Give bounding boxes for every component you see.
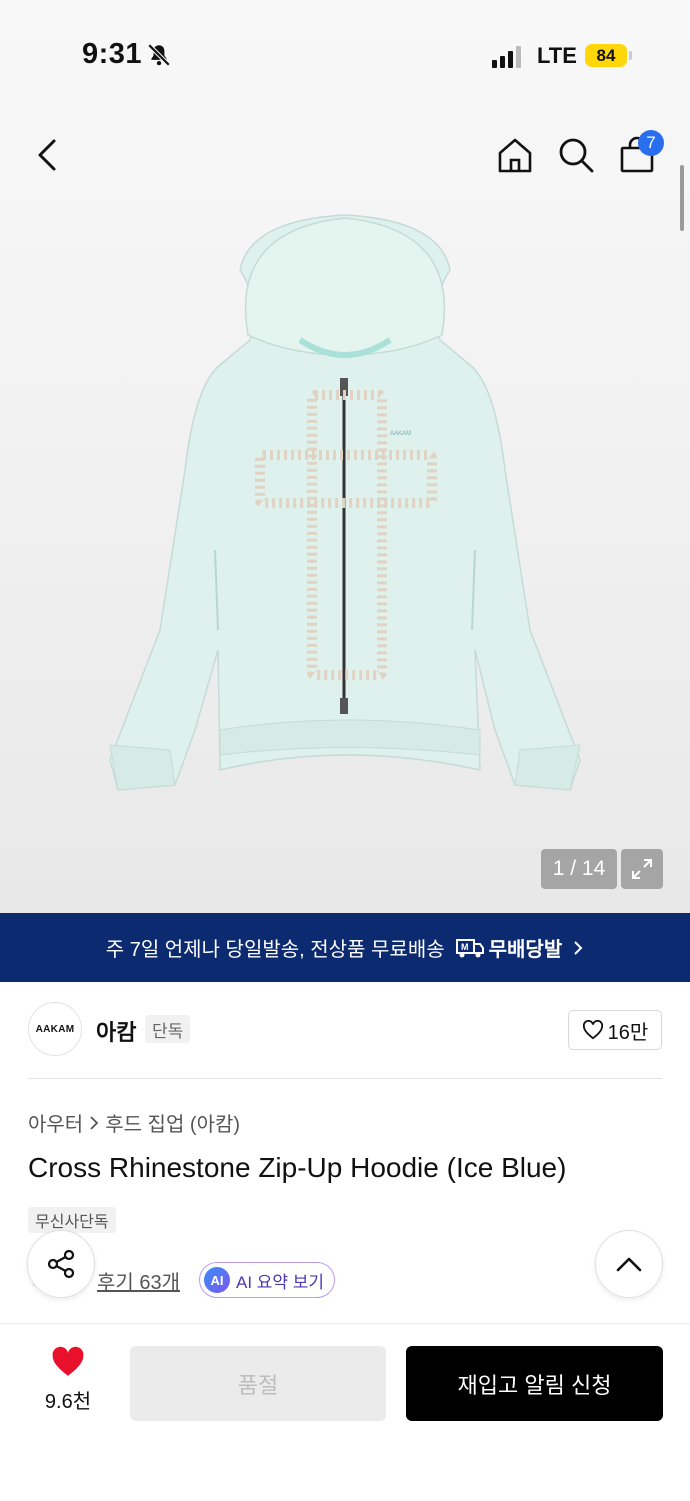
review-link[interactable]: 후기 63개 xyxy=(97,1266,180,1295)
scroll-indicator xyxy=(680,165,684,231)
breadcrumb-subcategory[interactable]: 후드 집업 (아캄) xyxy=(105,1108,240,1137)
svg-text:M: M xyxy=(461,942,469,952)
bell-muted-icon xyxy=(146,42,172,73)
banner-text: 주 7일 언제나 당일발송, 전상품 무료배송 xyxy=(105,939,445,961)
heart-outline-icon xyxy=(582,1020,603,1040)
cart-button[interactable]: 7 xyxy=(612,130,664,180)
network-label: LTE xyxy=(537,43,577,68)
ai-icon: AI xyxy=(204,1267,230,1293)
svg-text:AAKAM: AAKAM xyxy=(390,431,411,437)
brand-name[interactable]: 아캄 xyxy=(96,1015,136,1047)
breadcrumb: 아우터 후드 집업 (아캄) xyxy=(28,1108,240,1137)
home-button[interactable] xyxy=(490,130,540,180)
expand-image-button[interactable] xyxy=(621,849,663,889)
restock-alert-button[interactable]: 재입고 알림 신청 xyxy=(406,1346,663,1421)
exclusive-badge: 무신사단독 xyxy=(28,1207,116,1233)
home-icon xyxy=(498,138,532,173)
battery-icon: 84 xyxy=(585,44,627,67)
bottom-action-bar: 9.6천 품절 재입고 알림 신청 xyxy=(0,1323,690,1501)
search-icon xyxy=(559,138,594,173)
heart-filled-icon xyxy=(52,1346,84,1376)
status-time: 9:31 xyxy=(82,38,143,70)
chevron-up-icon xyxy=(616,1257,642,1272)
brand-logo-text: AAKAM xyxy=(35,1023,75,1035)
cart-count-badge: 7 xyxy=(638,130,664,156)
shipping-banner[interactable]: 주 7일 언제나 당일발송, 전상품 무료배송 M 무배당발 xyxy=(0,913,690,982)
signal-icon xyxy=(492,46,521,68)
status-bar: 9:31 LTE 84 xyxy=(0,0,690,110)
image-counter: 1 / 14 xyxy=(541,849,617,889)
chevron-right-icon xyxy=(574,940,583,955)
banner-brand-label: 무배당발 xyxy=(488,939,563,961)
scroll-to-top-button[interactable] xyxy=(595,1230,663,1298)
wishlist-count: 9.6천 xyxy=(44,1391,92,1413)
breadcrumb-category[interactable]: 아우터 xyxy=(28,1108,83,1137)
battery-nub xyxy=(629,51,632,60)
share-icon xyxy=(47,1249,75,1279)
brand-exclusive-tag: 단독 xyxy=(145,1015,191,1043)
product-title: Cross Rhinestone Zip-Up Hoodie (Ice Blue… xyxy=(28,1152,567,1183)
ai-summary-label: AI 요약 보기 xyxy=(236,1272,325,1292)
chevron-right-icon xyxy=(90,1115,99,1130)
wishlist-button[interactable]: 9.6천 xyxy=(30,1346,106,1414)
brand-row: AAKAM 아캄 단독 16만 xyxy=(28,1000,662,1060)
expand-icon xyxy=(632,859,652,879)
brand-logo[interactable]: AAKAM xyxy=(28,1002,82,1056)
back-button[interactable] xyxy=(22,130,72,180)
product-image: AAKAM xyxy=(109,214,581,791)
brand-like-count: 16만 xyxy=(607,1021,649,1044)
share-button[interactable] xyxy=(27,1230,95,1298)
ai-summary-button[interactable]: AI AI 요약 보기 xyxy=(199,1262,336,1298)
banner-brand: M 무배당발 xyxy=(455,933,563,962)
search-button[interactable] xyxy=(551,130,601,180)
soldout-button: 품절 xyxy=(130,1346,386,1421)
chevron-left-icon xyxy=(38,139,56,171)
divider xyxy=(28,1078,662,1079)
brand-like-button[interactable]: 16만 xyxy=(568,1010,662,1050)
top-nav: 7 xyxy=(0,110,690,200)
delivery-truck-icon: M xyxy=(455,938,484,957)
